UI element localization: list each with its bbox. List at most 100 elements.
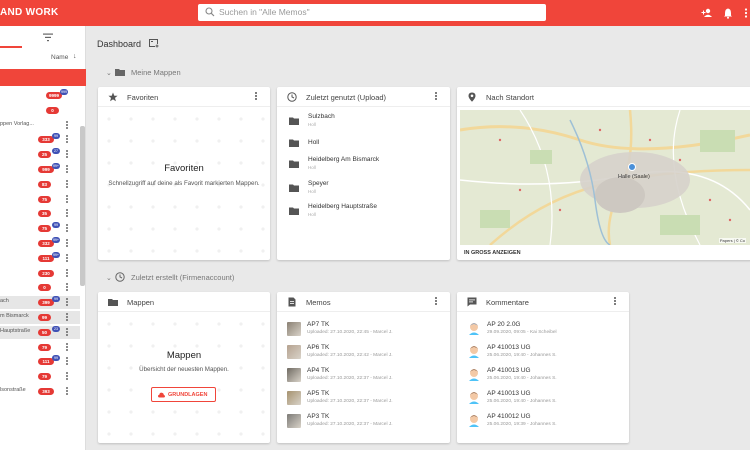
- grundlagen-button[interactable]: GRUNDLAGEN: [151, 387, 216, 402]
- sort-arrow-icon[interactable]: ↓: [73, 53, 77, 60]
- folder-menu-icon[interactable]: [66, 283, 69, 292]
- card-menu-icon[interactable]: [435, 297, 438, 307]
- memo-item[interactable]: AP5 TK Uploaded: 27.10.2020, 22:37 - Marc…: [287, 390, 457, 412]
- recent-folder-item[interactable]: Heidelberg Am Bismarck Holl: [287, 156, 447, 178]
- card-menu-icon[interactable]: [435, 92, 438, 102]
- count-badge: 393: [38, 388, 54, 395]
- avatar-icon: [469, 392, 479, 404]
- sidebar-folder-item[interactable]: ach 399 99: [0, 296, 80, 310]
- comment-item[interactable]: AP 410013 UG 25.06.2020, 19:40 - Johannes…: [467, 344, 632, 366]
- avatar-icon: [469, 369, 479, 381]
- map-view[interactable]: Halle (Saale) Papers | © Co: [460, 110, 750, 245]
- comment-item[interactable]: AP 20 2.0G 29.09.2020, 09:05 - Kai Scheib…: [467, 321, 632, 343]
- folder-menu-icon[interactable]: [66, 342, 69, 352]
- memo-meta: Uploaded: 27.10.2020, 22:37 - Marcel J.: [307, 399, 393, 404]
- decorative-pattern: [98, 313, 270, 443]
- map-attribution[interactable]: Papers | © Co: [718, 238, 746, 243]
- section-header-zuletzt-erstellt[interactable]: ⌄ Zuletzt erstellt (Firmenaccount): [106, 272, 234, 282]
- folder-menu-icon[interactable]: [66, 224, 69, 233]
- sidebar-folder-item[interactable]: 75: [0, 193, 80, 206]
- count-badge: 0: [46, 106, 59, 114]
- memo-item[interactable]: AP6 TK Uploaded: 27.10.2020, 22:42 - Marc…: [287, 344, 457, 366]
- card-menu-icon[interactable]: [614, 297, 617, 307]
- search-input[interactable]: Suchen in "Alle Memos": [198, 4, 546, 21]
- notification-bell-icon[interactable]: [722, 7, 734, 19]
- sidebar-folder-item[interactable]: 0: [0, 281, 80, 294]
- sidebar-folder-item[interactable]: 9999 999: [0, 89, 80, 102]
- sidebar-folder-item[interactable]: 333 99: [0, 133, 80, 146]
- count-badge: 75: [38, 195, 51, 203]
- filter-icon[interactable]: [43, 33, 53, 42]
- recent-folder-item[interactable]: Sulzbach Holl: [287, 113, 447, 135]
- sidebar-scrollbar[interactable]: [80, 126, 85, 286]
- memo-item[interactable]: AP3 TK Uploaded: 27.10.2020, 22:37 - Marc…: [287, 413, 457, 435]
- sidebar-folder-item[interactable]: 83: [0, 178, 80, 191]
- sidebar-selected-item[interactable]: [0, 69, 86, 86]
- folder-menu-icon[interactable]: [66, 387, 69, 396]
- sidebar-tab-indicator: [0, 46, 22, 48]
- sidebar-folder-item[interactable]: 999 99+: [0, 163, 80, 176]
- comment-meta: 25.06.2020, 19:40 - Johannes S.: [487, 376, 557, 381]
- comment-meta: 25.06.2020, 19:40 - Johannes S.: [487, 399, 557, 404]
- recent-folder-item[interactable]: Heidelberg Hauptstraße Holl: [287, 203, 447, 225]
- card-location: Nach Standort Halle (Saale) Papers | © C…: [457, 87, 750, 260]
- memo-thumbnail: [287, 414, 301, 428]
- folder-icon: [289, 160, 299, 168]
- folder-menu-icon[interactable]: [66, 120, 69, 130]
- sidebar-folder-item[interactable]: 230: [0, 267, 80, 280]
- card-menu-icon[interactable]: [255, 92, 258, 102]
- folder-label: m Bismarck: [0, 313, 29, 319]
- sidebar-folder-item[interactable]: Hauptstraße 50 23: [0, 325, 80, 339]
- folder-menu-icon[interactable]: [66, 372, 69, 381]
- folder-icon: [108, 299, 118, 306]
- page-title: Dashboard: [97, 39, 142, 49]
- section-header-meine-mappen[interactable]: ⌄ Meine Mappen: [106, 68, 181, 77]
- show-large-map-link[interactable]: IN GROSS ANZEIGEN: [464, 250, 521, 256]
- folder-menu-icon[interactable]: [66, 327, 69, 337]
- search-placeholder: Suchen in "Alle Memos": [219, 7, 310, 17]
- folder-menu-icon[interactable]: [66, 253, 69, 263]
- edit-dashboard-icon[interactable]: [149, 39, 159, 48]
- count-badge: 79: [38, 343, 51, 351]
- sidebar-folder-item[interactable]: 79: [0, 341, 80, 354]
- comment-item[interactable]: AP 410012 UG 25.06.2020, 19:39 - Johannes…: [467, 413, 632, 435]
- folder-menu-icon[interactable]: [66, 179, 69, 189]
- comment-item[interactable]: AP 410013 UG 25.06.2020, 19:40 - Johannes…: [467, 390, 632, 412]
- recent-folder-item[interactable]: Speyer Holl: [287, 180, 447, 202]
- memo-item[interactable]: AP7 TK Uploaded: 27.10.2020, 22:45 - Marc…: [287, 321, 457, 343]
- folder-menu-icon[interactable]: [66, 357, 69, 366]
- folder-menu-icon[interactable]: [66, 239, 69, 248]
- sidebar-folder-item[interactable]: 111 99+: [0, 251, 80, 265]
- unread-bubble: 27: [52, 148, 60, 155]
- card-favoriten: Favoriten Favoriten Schnellzugriff auf d…: [98, 87, 270, 260]
- map-city-label: Halle (Saale): [618, 174, 650, 180]
- sort-label[interactable]: Name: [51, 54, 68, 61]
- folder-menu-icon[interactable]: [66, 194, 69, 204]
- comment-item[interactable]: AP 410013 UG 25.06.2020, 19:40 - Johannes…: [467, 367, 632, 389]
- search-icon: [205, 7, 215, 17]
- sidebar-folder-item[interactable]: lsonstraße 393: [0, 385, 80, 398]
- more-vert-icon[interactable]: [740, 7, 750, 19]
- sidebar-folder-item[interactable]: 25 27: [0, 148, 80, 161]
- sidebar-folder-item[interactable]: 79: [0, 370, 80, 383]
- sidebar-folder-item[interactable]: 35: [0, 207, 80, 220]
- folder-menu-icon[interactable]: [66, 150, 69, 159]
- sidebar-folder-item[interactable]: 75 99: [0, 222, 80, 235]
- folder-name: Holl: [308, 139, 320, 146]
- folder-menu-icon[interactable]: [66, 268, 69, 278]
- folder-menu-icon[interactable]: [66, 209, 69, 218]
- sidebar-folder-item[interactable]: ppen Vorlag...: [0, 119, 80, 132]
- sidebar-folder-item[interactable]: 0: [0, 104, 80, 117]
- sidebar-folder-item[interactable]: 332 99+: [0, 237, 80, 250]
- folder-menu-icon[interactable]: [66, 165, 69, 174]
- sidebar-folder-item[interactable]: m Bismarck 99: [0, 311, 80, 324]
- comment-meta: 29.09.2020, 09:05 - Kai Scheibel: [487, 330, 557, 335]
- memo-item[interactable]: AP4 TK Uploaded: 27.10.2020, 22:37 - Marc…: [287, 367, 457, 389]
- recent-folder-item[interactable]: Holl: [287, 135, 447, 157]
- comment-title: AP 410013 UG: [487, 390, 531, 397]
- sidebar-folder-item[interactable]: 111 99: [0, 355, 80, 368]
- folder-menu-icon[interactable]: [66, 298, 69, 307]
- add-user-icon[interactable]: [701, 7, 713, 19]
- folder-menu-icon[interactable]: [66, 313, 69, 322]
- folder-menu-icon[interactable]: [66, 135, 69, 144]
